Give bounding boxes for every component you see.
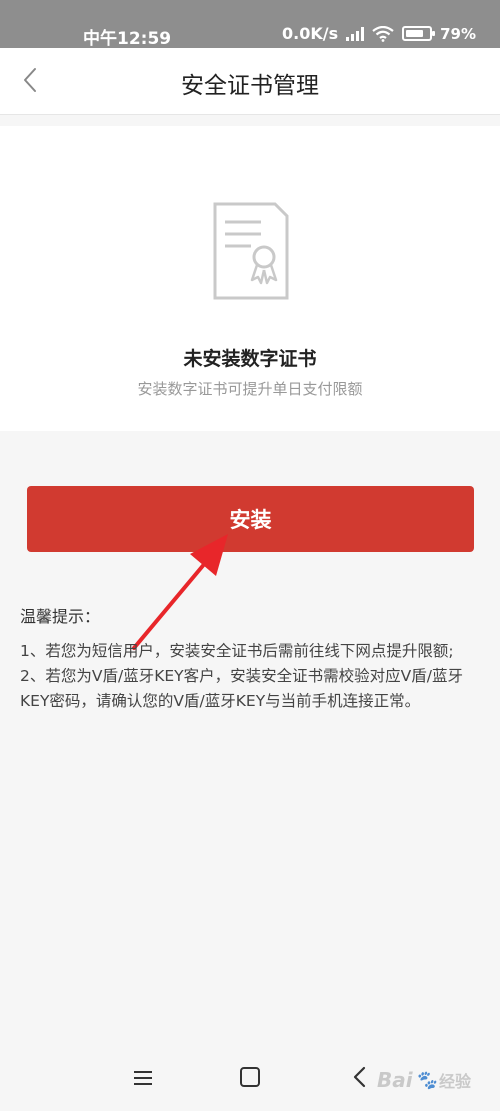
back-icon[interactable]: [350, 1065, 370, 1089]
watermark-text: Bai: [377, 1068, 413, 1092]
watermark-logo: Bai 🐾 经验: [377, 1060, 487, 1100]
nav-bar: 安全证书管理: [0, 48, 500, 115]
paw-icon: 🐾: [414, 1069, 438, 1091]
menu-icon[interactable]: [133, 1069, 153, 1087]
cert-card: 未安装数字证书 安装数字证书可提升单日支付限额: [0, 126, 500, 431]
tips-section: 温馨提示： 1、若您为短信用户，安装安全证书后需前往线下网点提升限额; 2、若您…: [20, 603, 482, 714]
tips-title: 温馨提示：: [20, 607, 101, 626]
certificate-icon: [213, 202, 289, 300]
net-speed: 0.0K/s: [281, 24, 339, 43]
cert-status-title: 未安装数字证书: [183, 348, 317, 370]
tips-item: 2、若您为V盾/蓝牙KEY客户，安装安全证书需校验对应V盾/蓝牙KEY密码，请确…: [20, 667, 463, 710]
status-bar: 中午12:59 0.0K/s 79%: [0, 0, 500, 49]
battery-icon: [402, 26, 436, 41]
page-title: 安全证书管理: [181, 73, 319, 99]
battery-level: [406, 30, 423, 37]
status-time: 中午12:59: [83, 29, 172, 49]
home-square-icon[interactable]: [240, 1067, 260, 1087]
cert-status-subtitle: 安装数字证书可提升单日支付限额: [137, 380, 363, 398]
install-button[interactable]: 安装: [27, 486, 474, 552]
tips-item: 1、若您为短信用户，安装安全证书后需前往线下网点提升限额;: [20, 642, 454, 660]
signal-icon: [346, 26, 365, 41]
battery-percent: 79%: [440, 24, 476, 43]
wifi-icon: [372, 25, 394, 42]
status-indicators: 0.0K/s 79%: [282, 24, 476, 43]
watermark-sub: 经验: [439, 1072, 472, 1091]
